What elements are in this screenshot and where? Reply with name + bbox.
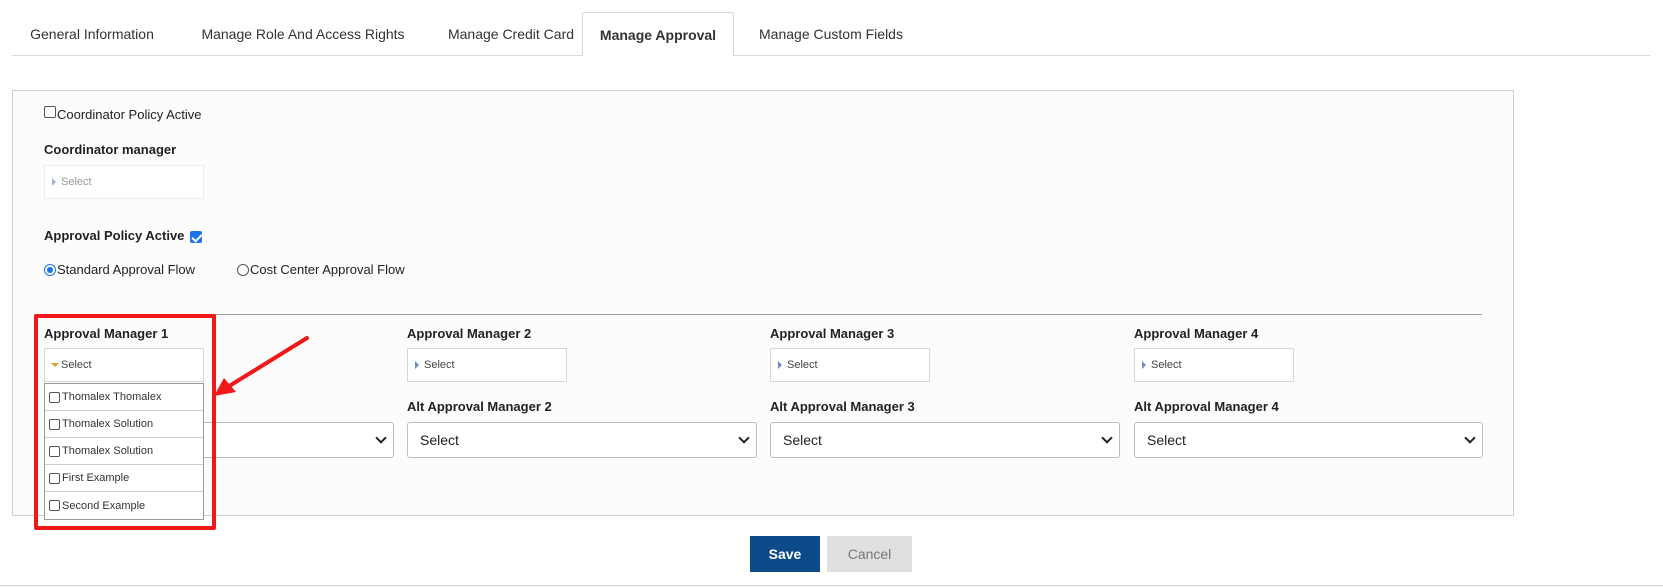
approval-manager-4-select[interactable]: Select [1134,348,1294,382]
coordinator-policy-label: Coordinator Policy Active [57,107,202,122]
caret-right-icon [1142,361,1146,369]
coordinator-policy-row: Coordinator Policy Active [44,105,202,122]
coordinator-policy-checkbox[interactable] [44,105,56,118]
highlight-box [34,314,216,530]
tab-manage-credit-card[interactable]: Manage Credit Card [434,12,588,56]
select-value: Select [783,432,822,448]
cost-center-flow-option[interactable]: Cost Center Approval Flow [237,262,405,277]
alt-approval-manager-2-label: Alt Approval Manager 2 [407,399,552,414]
caret-right-icon [778,361,782,369]
chevron-down-icon [1464,432,1476,444]
alt-approval-manager-4-label: Alt Approval Manager 4 [1134,399,1279,414]
coordinator-manager-label: Coordinator manager [44,142,177,157]
approval-manager-2-select[interactable]: Select [407,348,567,382]
select-placeholder: Select [424,359,455,371]
approval-manager-4-label: Approval Manager 4 [1134,326,1259,341]
standard-flow-label: Standard Approval Flow [57,262,196,277]
save-button[interactable]: Save [750,536,820,572]
alt-approval-manager-3-select[interactable]: Select [770,422,1120,458]
alt-approval-manager-2-select[interactable]: Select [407,422,757,458]
alt-approval-manager-3-label: Alt Approval Manager 3 [770,399,915,414]
standard-flow-option[interactable]: Standard Approval Flow [44,262,195,277]
alt-approval-manager-4-select[interactable]: Select [1134,422,1483,458]
coordinator-manager-select[interactable]: Select [44,165,204,199]
select-value: Select [420,432,459,448]
select-placeholder: Select [61,176,92,188]
chevron-down-icon [1101,432,1113,444]
bottom-divider [0,585,1663,586]
caret-right-icon [415,361,419,369]
select-placeholder: Select [1151,359,1182,371]
approval-manager-3-label: Approval Manager 3 [770,326,895,341]
approval-policy-label: Approval Policy Active [44,228,185,243]
approval-policy-checkbox[interactable] [190,231,202,243]
approval-manager-2-label: Approval Manager 2 [407,326,532,341]
select-value: Select [1147,432,1186,448]
tab-bar: General Information Manage Role And Acce… [12,12,1650,57]
caret-right-icon [52,178,56,186]
tab-manage-approval[interactable]: Manage Approval [582,12,734,57]
tab-manage-role-and-access-rights[interactable]: Manage Role And Access Rights [188,12,418,56]
select-placeholder: Select [787,359,818,371]
chevron-down-icon [375,432,387,444]
approval-manager-3-select[interactable]: Select [770,348,930,382]
section-divider [44,314,1482,315]
cost-center-flow-radio[interactable] [237,263,249,276]
red-arrow-icon [214,336,309,396]
cost-center-flow-label: Cost Center Approval Flow [250,262,405,277]
tab-general-information[interactable]: General Information [12,12,172,56]
standard-flow-radio[interactable] [44,263,56,276]
tab-manage-custom-fields[interactable]: Manage Custom Fields [748,12,914,56]
chevron-down-icon [738,432,750,444]
cancel-button[interactable]: Cancel [827,536,912,572]
